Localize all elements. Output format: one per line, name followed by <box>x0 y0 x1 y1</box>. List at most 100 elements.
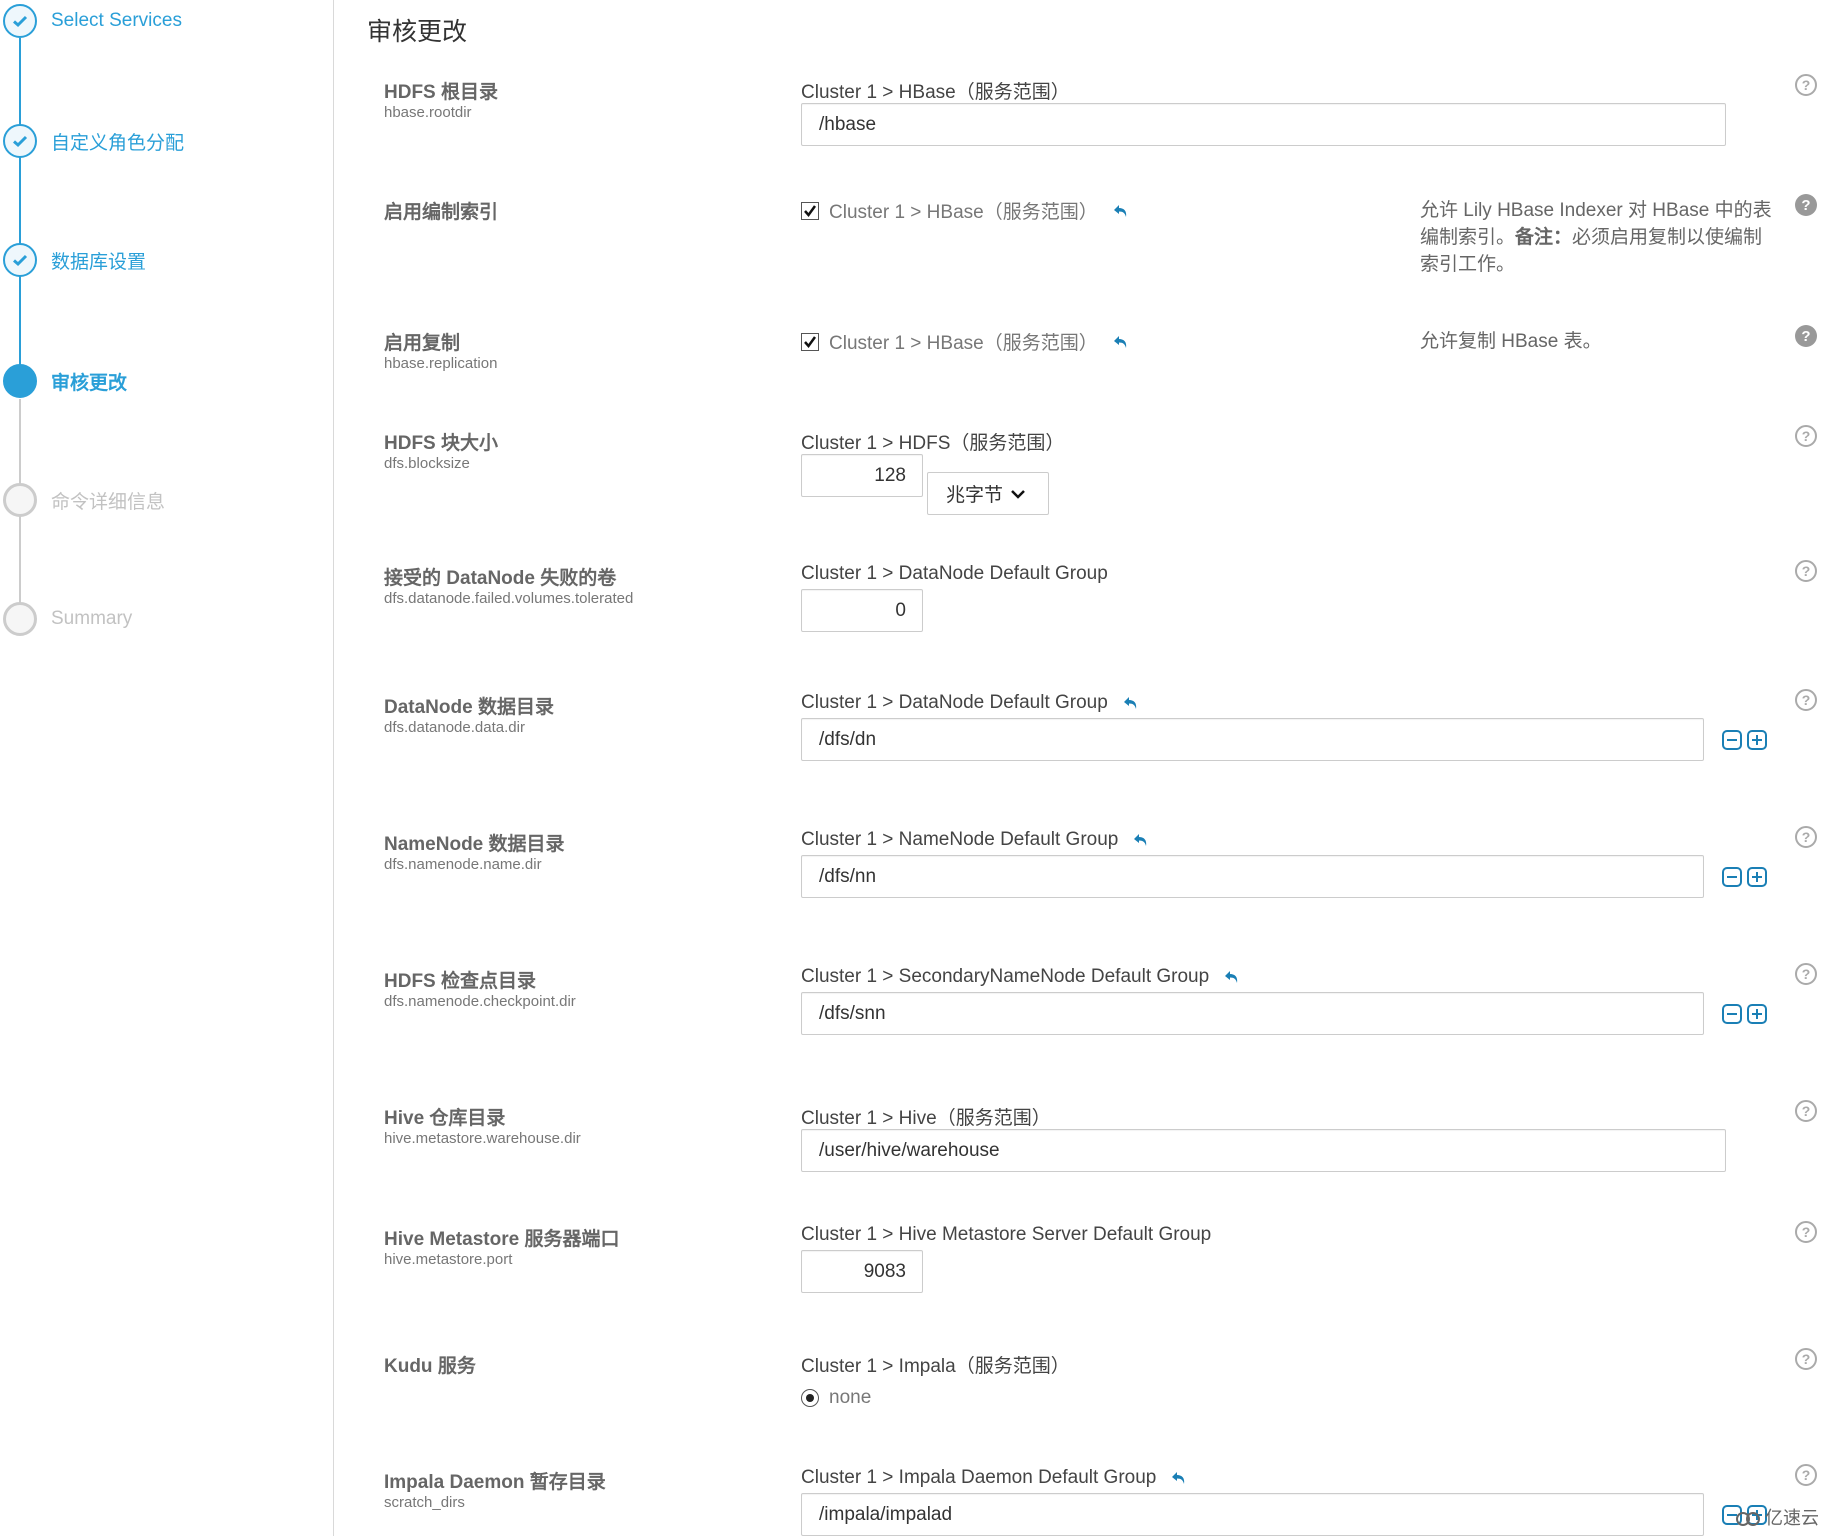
property-key: scratch_dirs <box>384 1494 465 1511</box>
property-label: DataNode 数据目录 <box>384 697 554 718</box>
help-icon[interactable]: ? <box>1794 1220 1818 1244</box>
help-icon[interactable]: ? <box>1794 688 1818 712</box>
svg-text:?: ? <box>1802 563 1811 579</box>
failed-volumes-input[interactable]: 0 <box>801 589 923 632</box>
checkpoint-dir-input[interactable]: /dfs/snn <box>801 992 1704 1035</box>
svg-text:?: ? <box>1802 1351 1811 1367</box>
svg-text:?: ? <box>1802 1467 1811 1483</box>
property-description: 允许复制 HBase 表。 <box>1420 331 1602 352</box>
scope-text: Cluster 1 > HBase（服务范围） <box>829 333 1098 354</box>
help-icon[interactable]: ? <box>1794 424 1818 448</box>
wizard-step-summary: Summary <box>0 601 132 637</box>
property-key: hbase.rootdir <box>384 104 472 121</box>
property-scope: Cluster 1 > HBase（服务范围） <box>801 328 1130 355</box>
undo-icon[interactable] <box>1122 694 1140 712</box>
remove-value-icon[interactable] <box>1722 867 1742 887</box>
property-key: dfs.datanode.failed.volumes.tolerated <box>384 590 634 607</box>
property-label: Kudu 服务 <box>384 1356 476 1377</box>
add-value-icon[interactable] <box>1747 730 1767 750</box>
enable-replication-checkbox[interactable] <box>801 332 819 351</box>
wizard-step-review-changes[interactable]: 审核更改 <box>0 363 127 399</box>
property-key: hive.metastore.warehouse.dir <box>384 1130 581 1147</box>
undo-icon[interactable] <box>1170 1469 1188 1487</box>
help-icon[interactable]: ? <box>1794 1463 1818 1487</box>
hbase-rootdir-input[interactable]: /hbase <box>801 103 1726 146</box>
svg-text:?: ? <box>1802 1103 1811 1119</box>
unit-selected-value: 兆字节 <box>946 485 1004 506</box>
radio-button[interactable] <box>801 1389 819 1407</box>
wizard-step-label: Select Services <box>51 10 182 31</box>
remove-value-icon[interactable] <box>1722 1004 1742 1024</box>
property-scope: Cluster 1 > Hive Metastore Server Defaul… <box>801 1224 1211 1246</box>
undo-icon[interactable] <box>1112 333 1130 351</box>
svg-text:?: ? <box>1802 1224 1811 1240</box>
datanode-data-dir-input[interactable]: /dfs/dn <box>801 718 1704 761</box>
page-title: 审核更改 <box>367 18 468 46</box>
wizard-step-label: 自定义角色分配 <box>51 132 185 154</box>
wizard-step-label: 命令详细信息 <box>51 491 166 513</box>
kudu-service-radio-none[interactable]: none <box>801 1387 871 1409</box>
property-key: dfs.namenode.name.dir <box>384 856 542 873</box>
scope-text: Cluster 1 > HDFS（服务范围） <box>801 433 1065 454</box>
help-icon[interactable]: ? <box>1794 559 1818 583</box>
undo-icon[interactable] <box>1132 831 1150 849</box>
property-scope: Cluster 1 > Impala Daemon Default Group <box>801 1467 1188 1489</box>
help-icon[interactable]: ? <box>1794 825 1818 849</box>
svg-text:?: ? <box>1802 77 1811 93</box>
help-icon[interactable]: ? <box>1794 193 1818 217</box>
blocksize-unit-select[interactable]: 兆字节 <box>927 472 1049 515</box>
hive-warehouse-dir-input[interactable]: /user/hive/warehouse <box>801 1129 1726 1172</box>
check-icon <box>3 243 37 277</box>
wizard-step-label: 数据库设置 <box>51 251 147 273</box>
wizard-step-label: 审核更改 <box>51 372 128 394</box>
help-icon[interactable]: ? <box>1794 1347 1818 1371</box>
add-value-icon[interactable] <box>1747 1004 1767 1024</box>
property-scope: Cluster 1 > Impala（服务范围） <box>801 1351 1070 1378</box>
wizard-sidebar: Select Services 自定义角色分配 数据库设置 审核更改 命令详细信… <box>0 0 334 1536</box>
namenode-name-dir-input[interactable]: /dfs/nn <box>801 855 1704 898</box>
radio-label: none <box>829 1387 872 1408</box>
progress-line-complete <box>19 38 21 381</box>
scope-text: Cluster 1 > Hive（服务范围） <box>801 1108 1051 1129</box>
property-key: dfs.datanode.data.dir <box>384 719 525 736</box>
svg-text:?: ? <box>1802 428 1811 444</box>
help-icon[interactable]: ? <box>1794 73 1818 97</box>
wizard-step-role-assignment[interactable]: 自定义角色分配 <box>0 123 184 159</box>
property-scope: Cluster 1 > HBase（服务范围） <box>801 77 1070 104</box>
help-icon[interactable]: ? <box>1794 1099 1818 1123</box>
watermark: 亿速云 <box>1735 1504 1819 1530</box>
help-icon[interactable]: ? <box>1794 324 1818 348</box>
property-description: 允许 Lily HBase Indexer 对 HBase 中的表编制索引。备注… <box>1420 197 1780 278</box>
svg-text:?: ? <box>1802 692 1811 708</box>
wizard-step-select-services[interactable]: Select Services <box>0 3 182 39</box>
pending-step-icon <box>3 483 37 517</box>
enable-indexing-checkbox[interactable] <box>801 201 819 220</box>
property-label: 启用复制 <box>384 333 461 354</box>
svg-text:?: ? <box>1801 197 1810 214</box>
property-label: NameNode 数据目录 <box>384 834 565 855</box>
scope-text: Cluster 1 > Hive Metastore Server Defaul… <box>801 1224 1212 1245</box>
scope-text: Cluster 1 > SecondaryNameNode Default Gr… <box>801 966 1210 987</box>
metastore-port-input[interactable]: 9083 <box>801 1250 923 1293</box>
property-label: HDFS 块大小 <box>384 433 499 454</box>
scope-text: Cluster 1 > DataNode Default Group <box>801 563 1108 584</box>
property-label: HDFS 检查点目录 <box>384 971 537 992</box>
add-value-icon[interactable] <box>1747 867 1767 887</box>
remove-value-icon[interactable] <box>1722 730 1742 750</box>
property-label: 启用编制索引 <box>384 202 499 223</box>
check-icon <box>3 124 37 158</box>
undo-icon[interactable] <box>1223 968 1241 986</box>
blocksize-input[interactable]: 128 <box>801 454 923 497</box>
help-icon[interactable]: ? <box>1794 962 1818 986</box>
scope-text: Cluster 1 > Impala Daemon Default Group <box>801 1467 1157 1488</box>
svg-text:?: ? <box>1802 829 1811 845</box>
property-label: HDFS 根目录 <box>384 82 499 103</box>
scratch-dirs-input[interactable]: /impala/impalad <box>801 1493 1704 1536</box>
property-scope: Cluster 1 > NameNode Default Group <box>801 829 1150 851</box>
property-key: hbase.replication <box>384 355 498 372</box>
property-scope: Cluster 1 > DataNode Default Group <box>801 563 1108 585</box>
undo-icon[interactable] <box>1112 202 1130 220</box>
svg-text:?: ? <box>1802 966 1811 982</box>
scope-text: Cluster 1 > Impala（服务范围） <box>801 1356 1070 1377</box>
wizard-step-database-setup[interactable]: 数据库设置 <box>0 242 146 278</box>
